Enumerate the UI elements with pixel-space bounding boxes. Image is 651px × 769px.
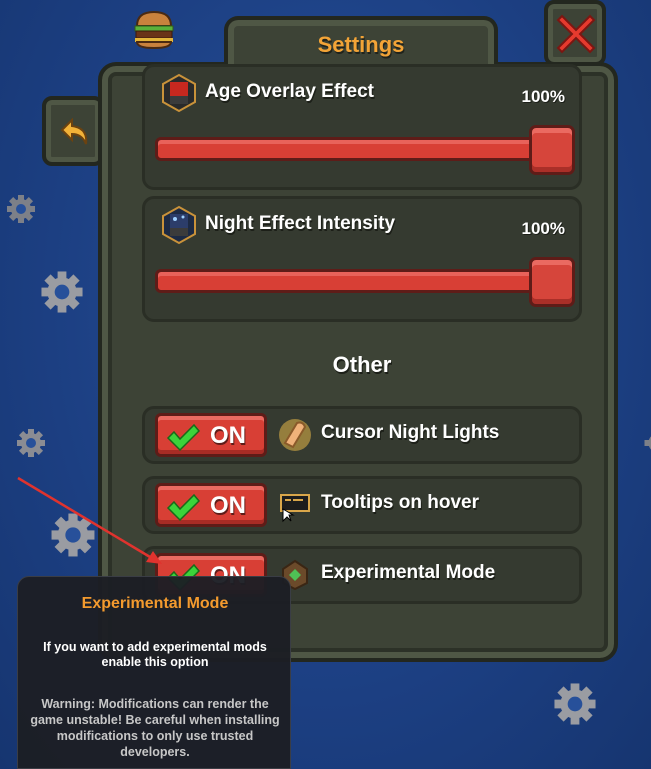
check-icon: [166, 423, 200, 452]
slider-thumb[interactable]: [529, 257, 575, 307]
section-title-other: Other: [332, 352, 392, 377]
slider-card-age-overlay: Age Overlay Effect 100%: [142, 64, 582, 190]
tooltip-warning: Warning: Modifications can render the ga…: [30, 697, 280, 759]
toggle-label: Tooltips on hover: [321, 492, 479, 513]
back-button[interactable]: [42, 96, 104, 166]
toggle-row-tooltips-on-hover: ON Tooltips on hover: [142, 476, 582, 534]
toggle-label: Cursor Night Lights: [321, 422, 500, 443]
gear-icon: [40, 270, 84, 314]
slider-track[interactable]: [155, 269, 575, 293]
gear-icon: [6, 194, 36, 224]
slider-track[interactable]: [155, 137, 575, 161]
burger-icon: [131, 10, 177, 50]
tooltip-body: If you want to add experimental mods ena…: [43, 640, 267, 669]
toggle-state: ON: [210, 422, 246, 449]
check-icon: [166, 493, 200, 522]
gear-icon: [553, 682, 597, 726]
slider-label: Age Overlay Effect: [205, 81, 374, 102]
page-title: Settings: [317, 32, 405, 57]
slider-value: 100%: [521, 219, 565, 238]
toggle-button[interactable]: ON: [155, 483, 267, 527]
slider-value: 100%: [521, 87, 565, 106]
slider-card-night-effect: Night Effect Intensity 100%: [142, 196, 582, 322]
back-arrow-icon: [60, 118, 88, 145]
toggle-row-cursor-night-lights: ON Cursor Night Lights: [142, 406, 582, 464]
cursor-light-icon: [277, 417, 313, 453]
tooltip-icon: [277, 487, 313, 523]
toggle-button[interactable]: ON: [155, 413, 267, 457]
gear-icon: [50, 512, 96, 558]
close-icon: [556, 14, 596, 54]
slider-label: Night Effect Intensity: [205, 213, 396, 234]
age-overlay-icon: [161, 73, 197, 113]
toggle-label: Experimental Mode: [321, 562, 496, 583]
gear-icon: [640, 428, 651, 458]
close-button[interactable]: [544, 0, 606, 66]
slider-thumb[interactable]: [529, 125, 575, 175]
toggle-state: ON: [210, 492, 246, 519]
night-effect-icon: [161, 205, 197, 245]
gear-icon: [16, 428, 46, 458]
tooltip-title: Experimental Mode: [81, 595, 229, 612]
tooltip-panel: Experimental Mode If you want to add exp…: [17, 576, 291, 769]
